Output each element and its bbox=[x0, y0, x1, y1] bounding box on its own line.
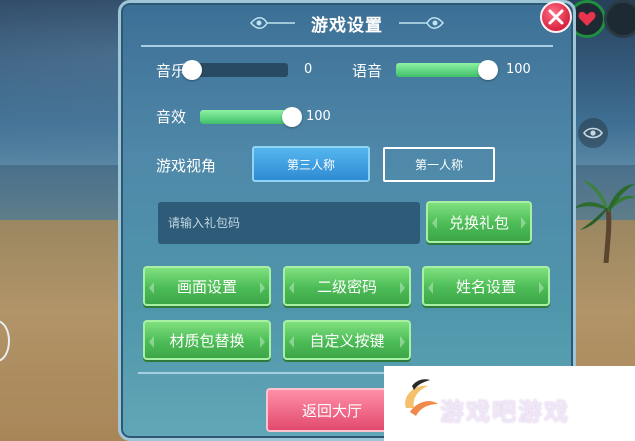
graphics-settings-button[interactable]: 画面设置 bbox=[143, 266, 271, 306]
sfx-slider-fill bbox=[200, 110, 292, 124]
sfx-slider-knob[interactable] bbox=[282, 107, 302, 127]
third-person-button[interactable]: 第三人称 bbox=[252, 146, 370, 182]
sfx-value: 100 bbox=[306, 109, 331, 124]
panel-title: 游戏设置 bbox=[311, 15, 383, 36]
voice-label: 语音 bbox=[352, 62, 383, 80]
return-lobby-button[interactable]: 返回大厅 bbox=[266, 388, 398, 432]
first-person-button[interactable]: 第一人称 bbox=[383, 147, 495, 182]
voice-slider-fill bbox=[396, 63, 488, 77]
sfx-slider[interactable] bbox=[200, 107, 302, 127]
close-icon bbox=[548, 9, 564, 25]
music-slider-knob[interactable] bbox=[182, 60, 202, 80]
watermark-text: 游戏吧游戏 bbox=[440, 398, 570, 426]
voice-slider-knob[interactable] bbox=[478, 60, 498, 80]
voice-slider[interactable] bbox=[396, 60, 498, 80]
watermark-logo-icon bbox=[405, 379, 438, 416]
close-button[interactable] bbox=[540, 1, 572, 33]
custom-keys-button[interactable]: 自定义按键 bbox=[283, 320, 411, 360]
redeem-gift-button[interactable]: 兑换礼包 bbox=[426, 201, 532, 243]
voice-value: 100 bbox=[506, 62, 531, 77]
name-settings-button[interactable]: 姓名设置 bbox=[422, 266, 550, 306]
right-ornament-icon bbox=[399, 17, 444, 29]
gift-code-input[interactable] bbox=[158, 202, 420, 244]
palm-tree-icon bbox=[572, 180, 635, 263]
eye-icon[interactable] bbox=[578, 118, 608, 148]
music-slider[interactable] bbox=[182, 60, 288, 80]
texture-pack-button[interactable]: 材质包替换 bbox=[143, 320, 271, 360]
panel-title-bar: 游戏设置 bbox=[121, 3, 573, 43]
camera-label: 游戏视角 bbox=[156, 157, 217, 175]
music-value: 0 bbox=[304, 62, 313, 77]
left-ornament-icon bbox=[250, 17, 295, 29]
sfx-label: 音效 bbox=[156, 108, 187, 126]
heart-icon bbox=[578, 11, 596, 26]
title-divider bbox=[141, 45, 553, 47]
hud-circle-button[interactable] bbox=[604, 0, 635, 38]
secondary-password-button[interactable]: 二级密码 bbox=[283, 266, 411, 306]
